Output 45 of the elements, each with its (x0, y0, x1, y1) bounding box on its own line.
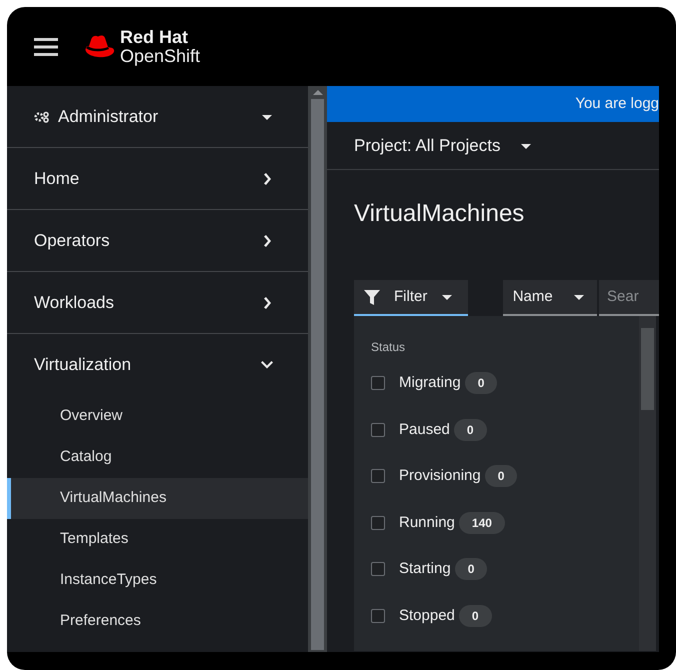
gears-icon (34, 110, 50, 122)
attribute-dropdown[interactable]: Name (502, 280, 597, 316)
filter-option[interactable]: Running 140 (354, 500, 639, 546)
nav-item[interactable]: InstanceTypes (7, 560, 308, 601)
brand-name: Red Hat (120, 28, 190, 46)
checkbox[interactable] (371, 608, 385, 623)
nav-item[interactable]: Templates (7, 519, 308, 560)
checkbox[interactable] (371, 562, 385, 576)
option-label: Migrating (399, 373, 461, 393)
nav-item[interactable]: Catalog (7, 437, 308, 478)
nav-item[interactable]: VirtualMachines (7, 478, 308, 519)
search-field[interactable]: Sear (599, 280, 659, 316)
filter-option[interactable]: Migrating 0 (354, 360, 639, 406)
count-badge: 0 (454, 558, 488, 580)
checkbox[interactable] (371, 376, 385, 390)
product-name: OpenShift (120, 46, 200, 66)
filter-dropdown[interactable]: Filter (354, 280, 468, 316)
project-selector[interactable]: Project: All Projects (327, 122, 659, 170)
option-label: Stopped (399, 606, 455, 626)
banner-text: You are logg (575, 94, 659, 114)
menu-icon[interactable] (34, 36, 58, 56)
filter-option[interactable]: Paused 0 (354, 406, 639, 453)
count-badge: 0 (464, 372, 498, 394)
page-title: VirtualMachines (353, 199, 526, 229)
nav-item[interactable]: Preferences (7, 601, 308, 642)
filter-option[interactable]: Provisioning 0 (354, 453, 639, 500)
option-label: Running (399, 512, 455, 532)
filter-option[interactable]: Starting 0 (354, 546, 639, 592)
checkbox[interactable] (371, 516, 385, 530)
count-badge: 0 (454, 418, 487, 441)
option-label: Paused (399, 420, 450, 440)
menu-scrollbar[interactable] (639, 316, 656, 651)
checkbox[interactable] (371, 422, 385, 437)
checkbox[interactable] (371, 469, 385, 484)
group-label: Status (370, 339, 406, 356)
nav-section[interactable]: Virtualization (7, 334, 308, 396)
option-label: Provisioning (399, 466, 481, 486)
sidebar-scrollbar[interactable] (308, 86, 327, 652)
nav-item[interactable]: Overview (7, 396, 308, 437)
filter-icon (364, 290, 380, 304)
option-label: Starting (399, 559, 451, 579)
filter-option[interactable]: Stopped 0 (354, 592, 639, 639)
count-badge: 0 (484, 465, 518, 488)
count-badge: 0 (458, 604, 492, 627)
count-badge: 140 (458, 512, 505, 534)
